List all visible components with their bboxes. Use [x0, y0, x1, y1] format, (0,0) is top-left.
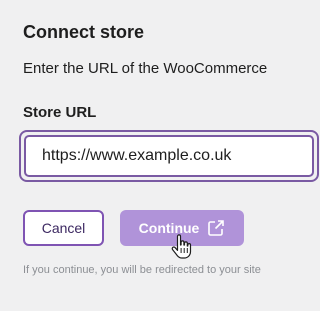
dialog-subtitle: Enter the URL of the WooCommerce: [23, 60, 268, 77]
store-url-input[interactable]: [24, 135, 314, 177]
continue-button[interactable]: Continue: [120, 210, 244, 246]
dialog-title: Connect store: [23, 22, 145, 42]
continue-button-label: Continue: [138, 220, 200, 236]
external-link-icon: [208, 220, 225, 236]
store-url-label: Store URL: [23, 104, 97, 121]
cancel-button-label: Cancel: [41, 220, 86, 236]
connect-store-panel: Connect store Enter the URL of the WooCo…: [0, 0, 319, 311]
redirect-note: If you continue, you will be redirected …: [23, 264, 261, 276]
store-url-focus-ring: [19, 130, 319, 182]
cancel-button[interactable]: Cancel: [23, 210, 104, 246]
